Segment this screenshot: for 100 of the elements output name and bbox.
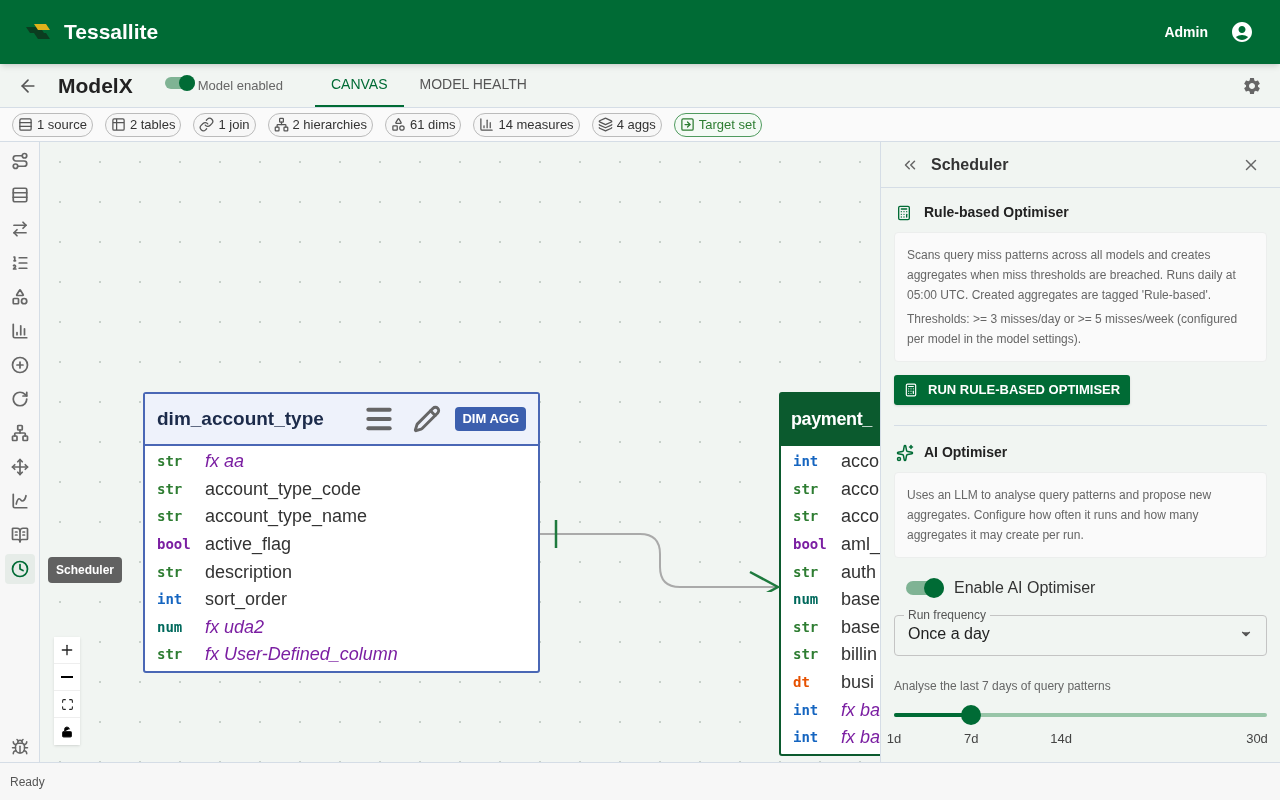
column-name: auth xyxy=(841,560,877,584)
toggle-switch[interactable] xyxy=(906,577,944,599)
column-type: str xyxy=(793,617,820,637)
slider-mark-label: 1d xyxy=(886,730,902,748)
section-title: Rule-based Optimiser xyxy=(924,203,1069,222)
sparkles-icon xyxy=(896,443,914,462)
summary-chip[interactable]: 1 join xyxy=(193,112,256,137)
column-name: busi xyxy=(841,671,875,695)
sidebar-button[interactable] xyxy=(4,554,35,584)
column-name: acco xyxy=(841,450,880,474)
table-node[interactable]: payment_ int acco str acco str acco bool aml_ str auth num base str base str billin dt busi int fx ba int fx ba xyxy=(779,392,880,756)
toggle-label: Model enabled xyxy=(197,76,283,95)
slider-mark-label: 14d xyxy=(1050,730,1073,748)
fit-view-icon xyxy=(60,697,74,711)
layers-icon xyxy=(597,117,613,132)
plus-icon xyxy=(59,642,75,658)
column-type: str xyxy=(793,562,820,582)
toggle-switch[interactable] xyxy=(164,74,195,91)
column-type: str xyxy=(157,562,184,582)
summary-chip[interactable]: 1 source xyxy=(12,112,93,137)
table-title: dim_account_type xyxy=(157,406,324,431)
section-title: AI Optimiser xyxy=(924,443,1008,462)
slider-label: Analyse the last 7 days of query patterns xyxy=(894,678,1112,695)
column-name: base xyxy=(841,588,880,612)
table-icon xyxy=(110,117,126,132)
shapes-icon xyxy=(10,288,29,306)
column-name: account_type_name xyxy=(205,505,368,529)
model-title: ModelX xyxy=(58,72,133,99)
description-text: Scans query miss patterns across all models and creates aggregates when miss thresholds are breached. Runs daily at 05:00 UTC. Created aggregates are tagged 'Rule-based'. xyxy=(907,247,1237,304)
rows-icon xyxy=(10,186,29,204)
summary-chip[interactable]: Target set xyxy=(673,112,762,137)
column-type: str xyxy=(157,479,184,499)
column-name: fx uda2 xyxy=(205,615,265,639)
hierarchy-icon xyxy=(273,117,289,132)
refresh-icon xyxy=(10,390,29,408)
run-optimiser-button[interactable]: RUN RULE-BASED OPTIMISER xyxy=(894,375,1131,405)
arrow-box-icon xyxy=(679,117,695,132)
column-name: aml_ xyxy=(841,533,880,557)
summary-chip[interactable]: 61 dims xyxy=(384,112,462,137)
lock-icon xyxy=(61,725,73,738)
bar-chart-icon xyxy=(479,117,495,132)
column-type: int xyxy=(793,452,820,472)
logo-icon xyxy=(26,24,52,40)
column-type: str xyxy=(157,452,184,472)
move-icon xyxy=(10,458,29,476)
book-icon xyxy=(10,526,29,544)
column-type: str xyxy=(157,645,184,665)
column-type: str xyxy=(793,507,820,527)
column-type: int xyxy=(793,700,820,720)
slider-mark-label: 7d xyxy=(963,730,979,748)
column-type: int xyxy=(793,728,820,748)
column-name: sort_order xyxy=(205,588,288,612)
column-type: str xyxy=(793,479,820,499)
column-name: billin xyxy=(841,643,878,667)
minus-icon xyxy=(61,676,73,678)
table-badge: DIM AGG xyxy=(455,407,526,431)
summary-chip[interactable]: 4 aggs xyxy=(591,112,662,137)
slider-mark-label: 30d xyxy=(1246,730,1268,748)
calculator-icon xyxy=(896,204,912,221)
bug-icon[interactable] xyxy=(10,738,29,756)
select-value: Once a day xyxy=(908,624,990,644)
clock-icon xyxy=(10,560,29,578)
arrows-icon xyxy=(10,220,29,238)
shapes-icon xyxy=(390,117,406,132)
table-node[interactable]: dim_account_type DIM AGG str fx aa str account_type_code str account_type_name bool active_flag str description int sort_order num fx uda2 str fx User-Defined_column xyxy=(143,392,540,673)
column-name: fx User-Defined_column xyxy=(205,643,398,667)
settings-icon[interactable] xyxy=(1242,75,1262,96)
toggle-label: Enable AI Optimiser xyxy=(954,578,1096,598)
column-type: num xyxy=(793,590,820,610)
user-name[interactable]: Admin xyxy=(1164,21,1208,43)
description-text: Uses an LLM to analyse query patterns and propose new aggregates. Configure how often it runs and how many aggregates it may create per run. xyxy=(907,487,1213,544)
frequency-select[interactable]: Run frequency Once a day xyxy=(894,608,1267,656)
column-name: active_flag xyxy=(205,533,292,557)
column-name: fx ba xyxy=(841,726,880,750)
summary-chip[interactable]: 14 measures xyxy=(473,112,580,137)
column-name: acco xyxy=(841,477,880,501)
panel-title: Scheduler xyxy=(931,154,1009,175)
numbered-list-icon xyxy=(10,254,29,272)
select-label: Run frequency xyxy=(907,608,988,622)
column-name: account_type_code xyxy=(205,477,362,502)
bar-chart-icon xyxy=(10,322,29,340)
slider-thumb[interactable] xyxy=(961,705,982,725)
column-type: str xyxy=(793,645,820,665)
column-type: bool xyxy=(157,535,192,555)
column-type: str xyxy=(157,507,184,527)
tab[interactable]: MODEL HEALTH xyxy=(403,64,543,107)
pencil-icon[interactable] xyxy=(413,405,442,433)
column-type: dt xyxy=(793,673,811,693)
summary-chip[interactable]: 2 tables xyxy=(104,112,182,137)
user-avatar-icon[interactable] xyxy=(1230,20,1254,44)
column-name: fx aa xyxy=(205,450,245,474)
column-type: int xyxy=(157,590,184,610)
plus-circle-icon xyxy=(10,356,29,374)
tooltip: Scheduler xyxy=(48,557,123,583)
column-name: description xyxy=(205,560,293,584)
status-text: Ready xyxy=(10,773,45,791)
description-text: Thresholds: >= 3 misses/day or >= 5 misses/week (configured per model in the model settings). xyxy=(907,311,1239,348)
summary-chip[interactable]: 2 hierarchies xyxy=(267,112,373,137)
route-icon xyxy=(10,152,29,170)
brand-name: Tessallite xyxy=(64,19,159,46)
